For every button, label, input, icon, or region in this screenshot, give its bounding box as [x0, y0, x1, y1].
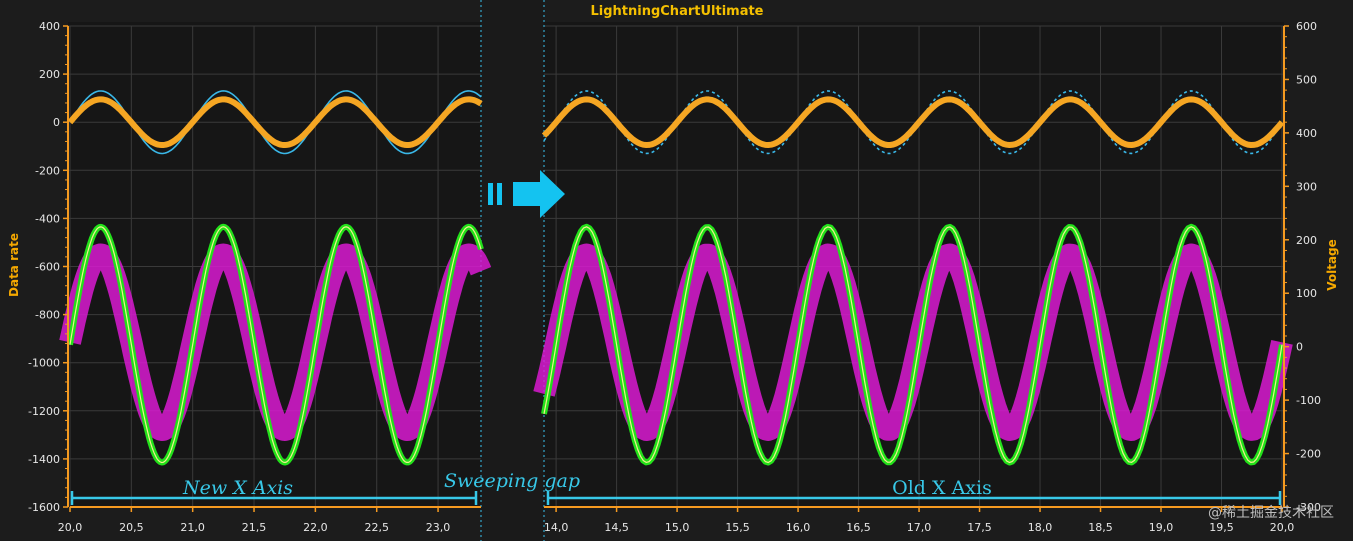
y2-tick-label: 400 [1296, 127, 1317, 140]
x-tick-label-new: 21,0 [180, 521, 205, 534]
x-tick-label-new: 20,0 [58, 521, 83, 534]
x-tick-label-old: 15,5 [725, 521, 750, 534]
arrow-bar [488, 183, 493, 205]
x-tick-label-old: 17,5 [967, 521, 992, 534]
x-tick-label-old: 16,0 [786, 521, 811, 534]
x-tick-label-new: 23,0 [426, 521, 451, 534]
y-tick-label: -1000 [28, 357, 60, 370]
x-tick-label-old: 14,0 [544, 521, 569, 534]
y-tick-label: 0 [53, 116, 60, 129]
arrow-bar [497, 183, 502, 205]
plot-area [68, 22, 1284, 508]
y-tick-label: 400 [39, 20, 60, 33]
y-tick-label: -1400 [28, 453, 60, 466]
x-tick-label-old: 19,0 [1149, 521, 1174, 534]
x-tick-label-old: 17,0 [907, 521, 932, 534]
x-tick-label-old: 20,0 [1270, 521, 1295, 534]
y-tick-label: -800 [35, 309, 60, 322]
y-tick-label: -1200 [28, 405, 60, 418]
y2-tick-label: 0 [1296, 341, 1303, 354]
y-tick-label: -200 [35, 164, 60, 177]
x-tick-label-old: 18,5 [1088, 521, 1113, 534]
x-tick-label-old: 18,0 [1028, 521, 1053, 534]
x-tick-label-new: 20,5 [119, 521, 144, 534]
x-tick-label-old: 16,5 [846, 521, 871, 534]
y2-tick-label: 200 [1296, 234, 1317, 247]
y2-tick-label: 500 [1296, 73, 1317, 86]
sweeping-gap-label: Sweeping gap [444, 470, 580, 492]
old-x-axis-label: Old X Axis [892, 477, 992, 499]
y2-tick-label: 100 [1296, 287, 1317, 300]
new-x-axis-label: New X Axis [182, 477, 293, 499]
y2-axis-title: Voltage [1325, 239, 1339, 291]
y2-tick-label: 600 [1296, 20, 1317, 33]
x-tick-label-old: 19,5 [1209, 521, 1234, 534]
y-axis-title: Data rate [7, 233, 21, 297]
y-tick-label: -400 [35, 212, 60, 225]
chart-title: LightningChartUltimate [590, 4, 763, 19]
y2-tick-label: -100 [1296, 394, 1321, 407]
y-tick-label: -1600 [28, 501, 60, 514]
sweeping-gap-band [480, 0, 545, 541]
sweeping-line-chart: 4002000-200-400-600-800-1000-1200-1400-1… [0, 0, 1353, 541]
y-tick-label: 200 [39, 68, 60, 81]
x-tick-label-new: 22,5 [364, 521, 389, 534]
y2-tick-label: 300 [1296, 180, 1317, 193]
watermark: @稀土掘金技术社区 [1208, 505, 1334, 521]
y2-tick-label: -200 [1296, 448, 1321, 461]
x-tick-label-new: 22,0 [303, 521, 328, 534]
x-tick-label-new: 21,5 [242, 521, 267, 534]
x-tick-label-old: 15,0 [665, 521, 690, 534]
x-tick-label-old: 14,5 [604, 521, 629, 534]
y-tick-label: -600 [35, 261, 60, 274]
gap-fill [481, 0, 544, 541]
